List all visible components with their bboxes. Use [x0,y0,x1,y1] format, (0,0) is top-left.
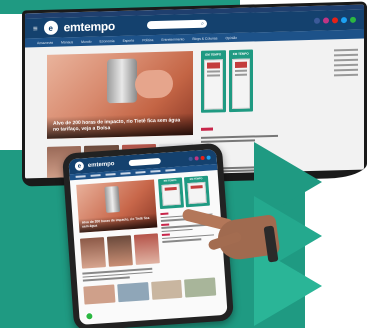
twitter-icon[interactable] [206,154,211,160]
social-icons [314,16,356,24]
youtube-icon[interactable] [332,17,338,24]
nav-item[interactable]: Mundo [81,39,91,43]
menu-icon[interactable]: ≡ [33,24,38,33]
nav-item[interactable]: Entretenimento [161,37,184,42]
news-thumbnail[interactable] [106,235,133,267]
thumbnail-captions [82,267,161,283]
twitter-icon[interactable] [341,17,347,24]
newspaper-ads: EM TEMPO EM TEMPO [201,49,253,113]
hero-headline[interactable]: Alvo de 200 horas de impacto, rio Tietê … [82,216,154,229]
logo-badge[interactable]: e [74,161,85,171]
site-logo[interactable]: emtempo [88,161,115,169]
hero-headline[interactable]: Alvo de 200 horas de impacto, rio Tietê … [53,117,187,132]
ad-label: EM TEMPO [163,178,177,183]
promo-image: ≡ e emtempo ⌕ Amazonas Manaus Mundo Econ… [0,0,367,328]
facebook-icon[interactable] [188,156,193,161]
hero-caption: Alvo de 200 horas de impacto, rio Tietê … [78,213,158,233]
newspaper-cover [231,58,250,110]
news-thumbnail[interactable] [116,282,149,303]
instagram-icon[interactable] [323,17,329,24]
hero-caption: Alvo de 200 horas de impacto, rio Tietê … [47,113,193,139]
ad-label: EM TEMPO [232,51,249,56]
whatsapp-icon[interactable] [350,16,356,23]
faucet-image [104,185,121,213]
ad-label: EM TEMPO [205,52,222,57]
nav-item[interactable]: Política [142,38,153,42]
hand-image [178,196,281,276]
list-item[interactable] [201,116,291,143]
search-input[interactable]: ⌕ [146,19,207,30]
news-thumbnail[interactable] [184,277,217,298]
logo-badge[interactable]: e [43,20,58,35]
search-icon[interactable]: ⌕ [201,21,204,27]
news-thumbnail[interactable] [83,284,116,305]
nav-item[interactable]: Economia [99,39,114,43]
nav-item[interactable]: Blogs & Colunas [192,36,217,41]
thumbnail-row [79,233,160,269]
instagram-icon[interactable] [194,155,199,161]
news-thumbnail[interactable] [150,279,183,300]
site-logo[interactable]: emtempo [64,19,115,34]
news-thumbnail[interactable] [79,237,106,269]
nav-item[interactable]: Manaus [61,40,73,44]
facebook-icon[interactable] [314,17,320,24]
hero-article[interactable]: Alvo de 200 horas de impacto, rio Tietê … [76,179,158,233]
news-thumbnail[interactable] [133,233,160,265]
social-icons [188,154,211,161]
right-sidebar [334,48,358,80]
search-input[interactable] [128,157,161,166]
newspaper-cover [204,59,223,110]
newspaper-ad[interactable]: EM TEMPO [201,50,226,113]
nav-item[interactable]: Esporte [123,38,135,42]
newspaper-ad[interactable]: EM TEMPO [228,49,253,113]
nav-item[interactable]: Opinião [225,35,237,39]
whatsapp-icon[interactable] [85,312,94,321]
nav-item[interactable]: Amazonas [37,40,53,44]
hand-image [135,69,173,99]
ad-label: EM TEMPO [189,177,203,181]
hero-article[interactable]: Alvo de 200 horas de impacto, rio Tietê … [47,51,193,139]
faucet-image [107,58,137,104]
youtube-icon[interactable] [200,155,205,160]
